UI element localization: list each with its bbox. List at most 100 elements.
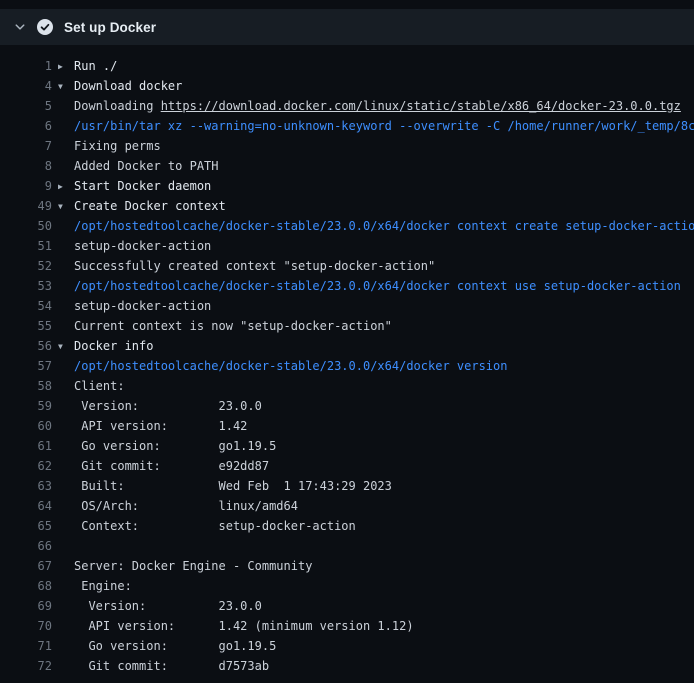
log-text: Fixing perms: [58, 136, 694, 156]
group-collapsed-icon[interactable]: ▶: [58, 177, 74, 196]
log-line: 59 Version: 23.0.0: [0, 396, 694, 416]
line-number[interactable]: 59: [0, 396, 58, 416]
log-text: Version: 23.0.0: [58, 396, 694, 416]
log-text: [58, 536, 694, 556]
log-text: API version: 1.42 (minimum version 1.12): [58, 616, 694, 636]
log-text: Current context is now "setup-docker-act…: [58, 316, 694, 336]
log-text: Engine:: [58, 576, 694, 596]
line-number[interactable]: 1: [0, 56, 58, 76]
line-number[interactable]: 66: [0, 536, 58, 556]
log-line: 58Client:: [0, 376, 694, 396]
line-number[interactable]: 52: [0, 256, 58, 276]
log-line: 52Successfully created context "setup-do…: [0, 256, 694, 276]
log-text: Added Docker to PATH: [58, 156, 694, 176]
log-line: 64 OS/Arch: linux/amd64: [0, 496, 694, 516]
log-line: 54setup-docker-action: [0, 296, 694, 316]
step-title: Set up Docker: [64, 20, 156, 35]
status-success-icon: [37, 19, 53, 35]
line-number[interactable]: 55: [0, 316, 58, 336]
line-number[interactable]: 70: [0, 616, 58, 636]
log-line: 7Fixing perms: [0, 136, 694, 156]
log-text: setup-docker-action: [58, 236, 694, 256]
log-line: 61 Go version: go1.19.5: [0, 436, 694, 456]
log-line: 63 Built: Wed Feb 1 17:43:29 2023: [0, 476, 694, 496]
command-text: /opt/hostedtoolcache/docker-stable/23.0.…: [58, 276, 694, 296]
group-title: Create Docker context: [74, 199, 226, 213]
log-text: OS/Arch: linux/amd64: [58, 496, 694, 516]
log-line: 71 Go version: go1.19.5: [0, 636, 694, 656]
line-number[interactable]: 57: [0, 356, 58, 376]
log-line: 5Downloading https://download.docker.com…: [0, 96, 694, 116]
line-number[interactable]: 61: [0, 436, 58, 456]
log-line: 6/usr/bin/tar xz --warning=no-unknown-ke…: [0, 116, 694, 136]
log-text: Client:: [58, 376, 694, 396]
command-text: /opt/hostedtoolcache/docker-stable/23.0.…: [58, 356, 694, 376]
line-number[interactable]: 4: [0, 76, 58, 96]
line-number[interactable]: 9: [0, 176, 58, 196]
log-text: Successfully created context "setup-dock…: [58, 256, 694, 276]
group-expanded-icon[interactable]: ▼: [58, 337, 74, 356]
log-text: Server: Docker Engine - Community: [58, 556, 694, 576]
log-line: 66: [0, 536, 694, 556]
log-group-row[interactable]: 9▶Start Docker daemon: [0, 176, 694, 196]
group-title: Start Docker daemon: [74, 179, 211, 193]
group-title: Run ./: [74, 59, 117, 73]
log-line: 55Current context is now "setup-docker-a…: [0, 316, 694, 336]
step-header[interactable]: Set up Docker: [0, 9, 694, 45]
line-number[interactable]: 51: [0, 236, 58, 256]
line-number[interactable]: 64: [0, 496, 58, 516]
log-text: Version: 23.0.0: [58, 596, 694, 616]
log-group-row[interactable]: 56▼Docker info: [0, 336, 694, 356]
line-number[interactable]: 58: [0, 376, 58, 396]
log-text: API version: 1.42: [58, 416, 694, 436]
log-line: 67Server: Docker Engine - Community: [0, 556, 694, 576]
line-number[interactable]: 6: [0, 116, 58, 136]
line-number[interactable]: 50: [0, 216, 58, 236]
chevron-down-icon[interactable]: [14, 21, 26, 33]
log-text: Context: setup-docker-action: [58, 516, 694, 536]
line-number[interactable]: 53: [0, 276, 58, 296]
log-line: 8Added Docker to PATH: [0, 156, 694, 176]
line-number[interactable]: 7: [0, 136, 58, 156]
line-number[interactable]: 65: [0, 516, 58, 536]
line-number[interactable]: 71: [0, 636, 58, 656]
log-line: 62 Git commit: e92dd87: [0, 456, 694, 476]
command-text: /opt/hostedtoolcache/docker-stable/23.0.…: [58, 216, 694, 236]
log-line: 51setup-docker-action: [0, 236, 694, 256]
command-text: /usr/bin/tar xz --warning=no-unknown-key…: [58, 116, 694, 136]
log-line: 53/opt/hostedtoolcache/docker-stable/23.…: [0, 276, 694, 296]
log-line: 60 API version: 1.42: [0, 416, 694, 436]
log-line: 65 Context: setup-docker-action: [0, 516, 694, 536]
line-number[interactable]: 63: [0, 476, 58, 496]
line-number[interactable]: 72: [0, 656, 58, 676]
log-line: 72 Git commit: d7573ab: [0, 656, 694, 676]
group-collapsed-icon[interactable]: ▶: [58, 57, 74, 76]
line-number[interactable]: 8: [0, 156, 58, 176]
line-number[interactable]: 69: [0, 596, 58, 616]
line-number[interactable]: 60: [0, 416, 58, 436]
log-group-row[interactable]: 1▶Run ./: [0, 56, 694, 76]
log-line: 69 Version: 23.0.0: [0, 596, 694, 616]
line-number[interactable]: 56: [0, 336, 58, 356]
log-text: Built: Wed Feb 1 17:43:29 2023: [58, 476, 694, 496]
log-text: setup-docker-action: [58, 296, 694, 316]
log-text: Git commit: d7573ab: [58, 656, 694, 676]
log-link[interactable]: https://download.docker.com/linux/static…: [161, 99, 681, 113]
group-expanded-icon[interactable]: ▼: [58, 197, 74, 216]
group-title: Download docker: [74, 79, 182, 93]
log-group-row[interactable]: 4▼Download docker: [0, 76, 694, 96]
line-number[interactable]: 54: [0, 296, 58, 316]
log-group-row[interactable]: 49▼Create Docker context: [0, 196, 694, 216]
log-console: 1▶Run ./4▼Download docker5Downloading ht…: [0, 45, 694, 676]
line-number[interactable]: 68: [0, 576, 58, 596]
log-text: Go version: go1.19.5: [58, 436, 694, 456]
log-line: 70 API version: 1.42 (minimum version 1.…: [0, 616, 694, 636]
group-title: Docker info: [74, 339, 153, 353]
line-number[interactable]: 5: [0, 96, 58, 116]
log-line: 50/opt/hostedtoolcache/docker-stable/23.…: [0, 216, 694, 236]
line-number[interactable]: 67: [0, 556, 58, 576]
log-line: 68 Engine:: [0, 576, 694, 596]
line-number[interactable]: 62: [0, 456, 58, 476]
line-number[interactable]: 49: [0, 196, 58, 216]
group-expanded-icon[interactable]: ▼: [58, 77, 74, 96]
